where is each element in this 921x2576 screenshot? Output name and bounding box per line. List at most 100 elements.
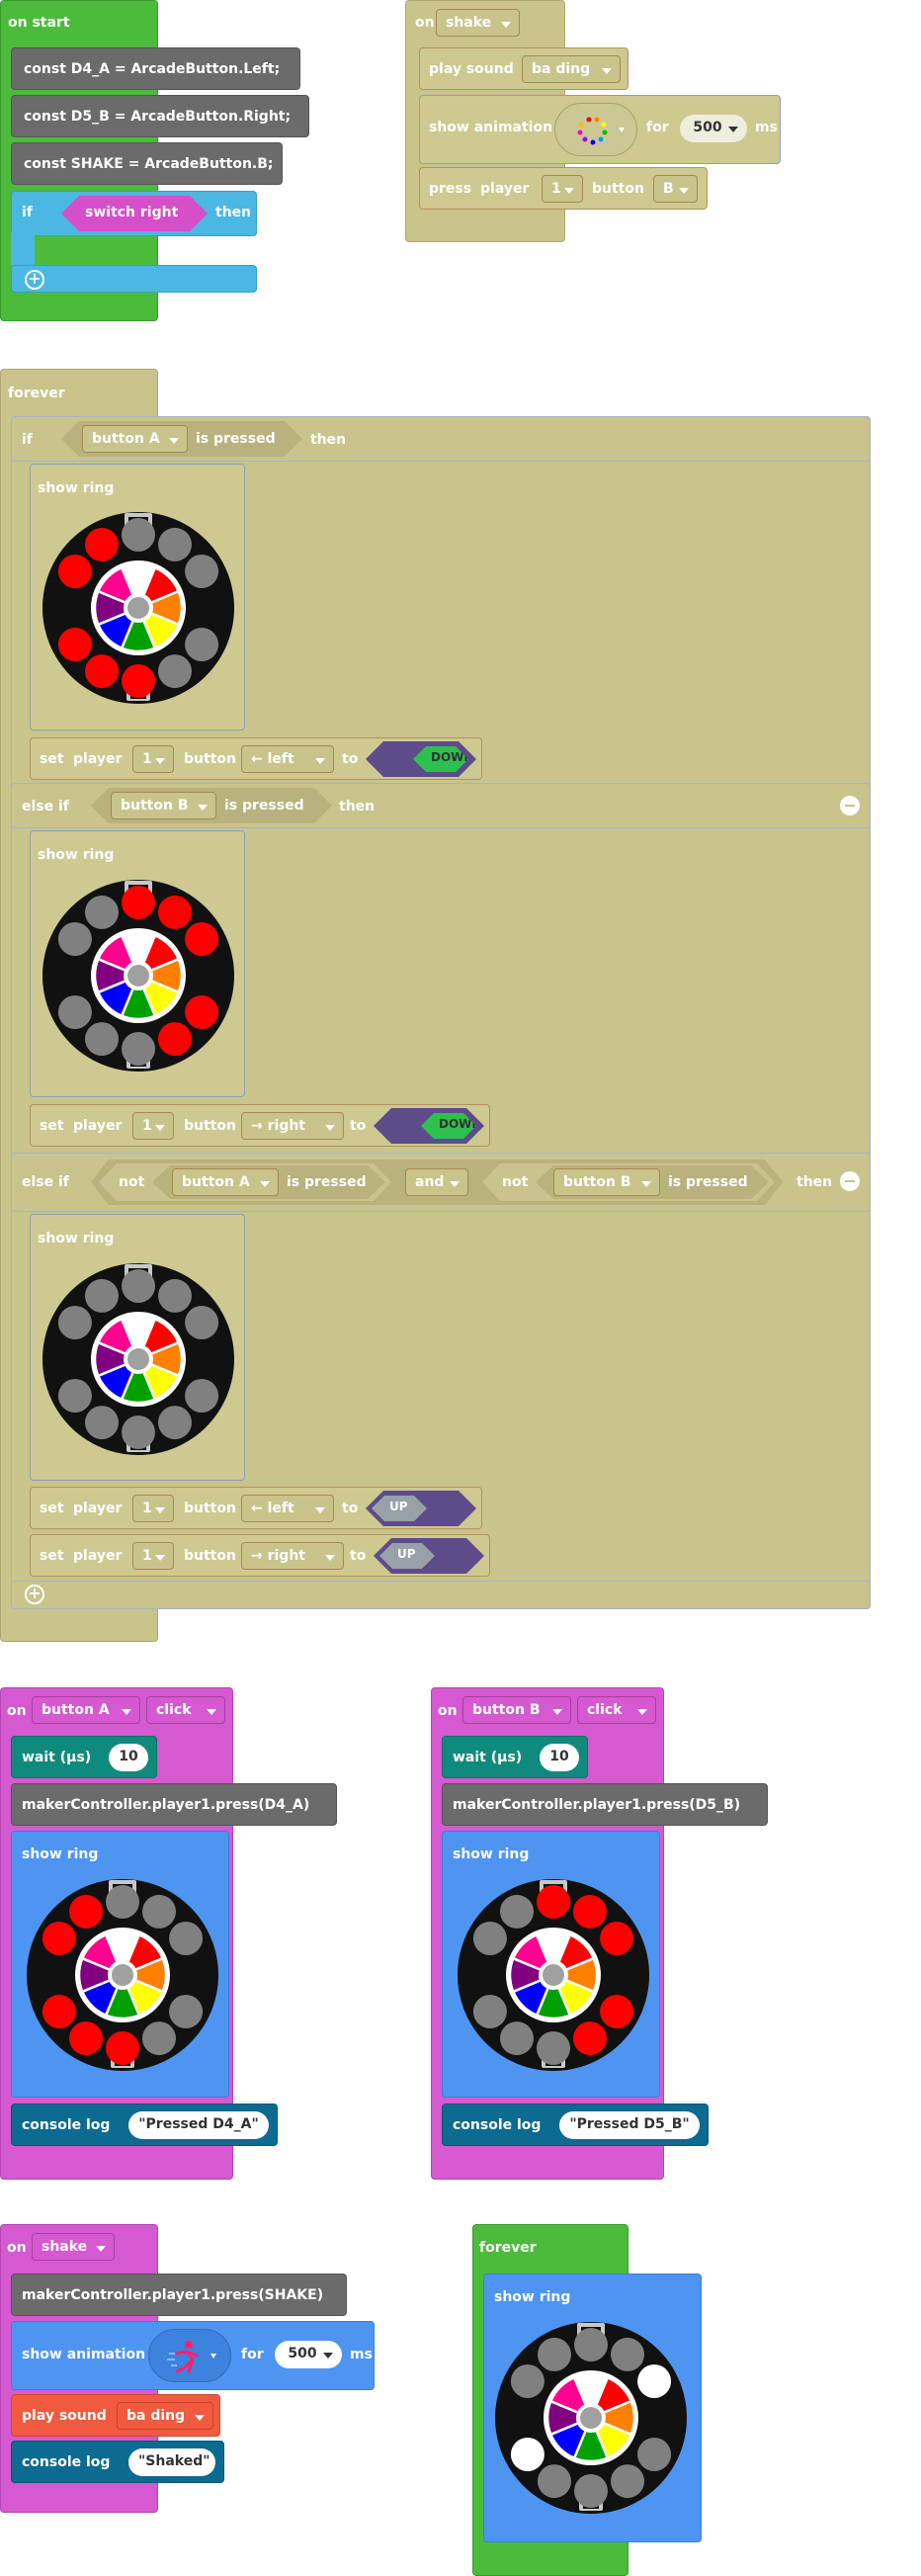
player-dropdown[interactable]: 1 xyxy=(132,1495,174,1522)
animation-picker[interactable] xyxy=(148,2329,231,2382)
state-down-value[interactable]: DOWN xyxy=(366,741,476,777)
shake-event-dropdown[interactable]: shake xyxy=(436,9,520,37)
led-pixel[interactable] xyxy=(122,1269,155,1303)
led-pixel[interactable] xyxy=(69,2021,103,2056)
led-pixel[interactable] xyxy=(85,1406,119,1440)
animation-picker[interactable] xyxy=(554,103,637,156)
led-pixel[interactable] xyxy=(122,518,155,552)
led-pixel[interactable] xyxy=(169,1995,204,2028)
led-pixel[interactable] xyxy=(600,1922,634,1955)
direction-dropdown[interactable]: → right xyxy=(241,1112,344,1140)
led-pixel[interactable] xyxy=(85,1022,119,1057)
neopixel-ring-button-b[interactable] xyxy=(40,877,237,1074)
state-up-value[interactable]: UP xyxy=(366,1491,476,1526)
wheel-center-button[interactable] xyxy=(127,597,149,619)
led-pixel[interactable] xyxy=(122,664,155,698)
action-dropdown[interactable]: click xyxy=(146,1696,225,1724)
led-pixel[interactable] xyxy=(185,1306,219,1339)
led-pixel[interactable] xyxy=(57,922,92,956)
state-up-value[interactable]: UP xyxy=(374,1538,484,1574)
duration-dropdown[interactable]: 500 xyxy=(275,2341,342,2368)
led-pixel[interactable] xyxy=(500,2021,534,2056)
led-pixel[interactable] xyxy=(537,2031,570,2065)
led-pixel[interactable] xyxy=(42,1922,76,1955)
console-value-input[interactable]: "Shaked" xyxy=(128,2448,215,2476)
led-pixel[interactable] xyxy=(185,922,219,956)
wheel-center-button[interactable] xyxy=(543,1964,564,1986)
led-pixel[interactable] xyxy=(57,1306,92,1339)
led-pixel[interactable] xyxy=(185,555,219,588)
led-pixel[interactable] xyxy=(169,1922,204,1955)
led-pixel[interactable] xyxy=(510,2364,544,2398)
led-pixel[interactable] xyxy=(122,886,155,919)
led-pixel[interactable] xyxy=(637,2438,672,2471)
if-switch-footer[interactable] xyxy=(11,265,257,293)
led-pixel[interactable] xyxy=(574,2474,608,2508)
led-pixel[interactable] xyxy=(106,1885,139,1919)
led-pixel[interactable] xyxy=(57,628,92,661)
led-pixel[interactable] xyxy=(122,1032,155,1066)
console-value-input[interactable]: "Pressed D5_B" xyxy=(559,2111,700,2139)
led-pixel[interactable] xyxy=(158,527,192,561)
neopixel-ring-shake[interactable] xyxy=(492,2319,690,2517)
led-pixel[interactable] xyxy=(573,2021,607,2056)
led-pixel[interactable] xyxy=(158,1278,192,1313)
shake-event-dropdown[interactable]: shake xyxy=(32,2233,115,2261)
led-pixel[interactable] xyxy=(611,2464,644,2499)
led-pixel[interactable] xyxy=(472,1922,507,1955)
led-pixel[interactable] xyxy=(158,654,192,689)
led-pixel[interactable] xyxy=(57,995,92,1029)
led-pixel[interactable] xyxy=(85,654,119,689)
player-dropdown[interactable]: 1 xyxy=(132,1112,174,1140)
wheel-center-button[interactable] xyxy=(127,1348,149,1370)
led-pixel[interactable] xyxy=(637,2364,672,2398)
led-pixel[interactable] xyxy=(538,2464,571,2499)
led-pixel[interactable] xyxy=(57,1379,92,1413)
neopixel-ring-button-a[interactable] xyxy=(40,509,237,707)
button-dropdown[interactable]: B xyxy=(653,175,698,203)
led-pixel[interactable] xyxy=(85,895,119,929)
led-pixel[interactable] xyxy=(142,1894,176,1929)
led-pixel[interactable] xyxy=(106,2031,139,2065)
led-pixel[interactable] xyxy=(537,1885,570,1919)
led-pixel[interactable] xyxy=(574,2328,608,2361)
led-pixel[interactable] xyxy=(510,2438,544,2471)
button-a-dropdown[interactable]: button A xyxy=(82,425,188,453)
add-else-icon[interactable]: + xyxy=(25,270,44,290)
add-else-icon[interactable]: + xyxy=(25,1585,44,1604)
button-a-dropdown[interactable]: button A xyxy=(172,1168,279,1196)
led-pixel[interactable] xyxy=(69,1894,103,1929)
player-dropdown[interactable]: 1 xyxy=(132,1542,174,1570)
wait-value-input[interactable]: 10 xyxy=(109,1744,148,1771)
led-pixel[interactable] xyxy=(42,1995,76,2028)
sound-dropdown[interactable]: ba ding xyxy=(117,2402,213,2430)
led-pixel[interactable] xyxy=(57,555,92,588)
led-pixel[interactable] xyxy=(611,2337,644,2371)
neopixel-ring-button-a[interactable] xyxy=(24,1876,221,2074)
player-dropdown[interactable]: 1 xyxy=(542,175,583,203)
direction-dropdown[interactable]: → right xyxy=(241,1542,344,1570)
button-b-dropdown[interactable]: button B xyxy=(111,792,216,819)
console-value-input[interactable]: "Pressed D4_A" xyxy=(128,2111,269,2139)
and-dropdown[interactable]: and xyxy=(405,1168,468,1196)
remove-else-if-icon[interactable] xyxy=(840,796,860,816)
state-down-value[interactable]: DOWN xyxy=(374,1108,484,1144)
wait-value-input[interactable]: 10 xyxy=(540,1744,579,1771)
player-dropdown[interactable]: 1 xyxy=(132,745,174,773)
led-pixel[interactable] xyxy=(85,527,119,561)
wheel-center-button[interactable] xyxy=(112,1964,133,1986)
button-dropdown[interactable]: button B xyxy=(462,1696,571,1724)
led-pixel[interactable] xyxy=(185,1379,219,1413)
remove-else-if-icon[interactable] xyxy=(840,1171,860,1191)
button-dropdown[interactable]: button A xyxy=(32,1696,140,1724)
action-dropdown[interactable]: click xyxy=(577,1696,656,1724)
button-b-dropdown[interactable]: button B xyxy=(553,1168,660,1196)
direction-dropdown[interactable]: ← left xyxy=(241,1495,334,1522)
led-pixel[interactable] xyxy=(185,995,219,1029)
neopixel-ring-button-b[interactable] xyxy=(455,1876,652,2074)
wheel-center-button[interactable] xyxy=(580,2407,602,2429)
led-pixel[interactable] xyxy=(600,1995,634,2028)
led-pixel[interactable] xyxy=(158,1022,192,1057)
led-pixel[interactable] xyxy=(85,1278,119,1313)
led-pixel[interactable] xyxy=(158,895,192,929)
